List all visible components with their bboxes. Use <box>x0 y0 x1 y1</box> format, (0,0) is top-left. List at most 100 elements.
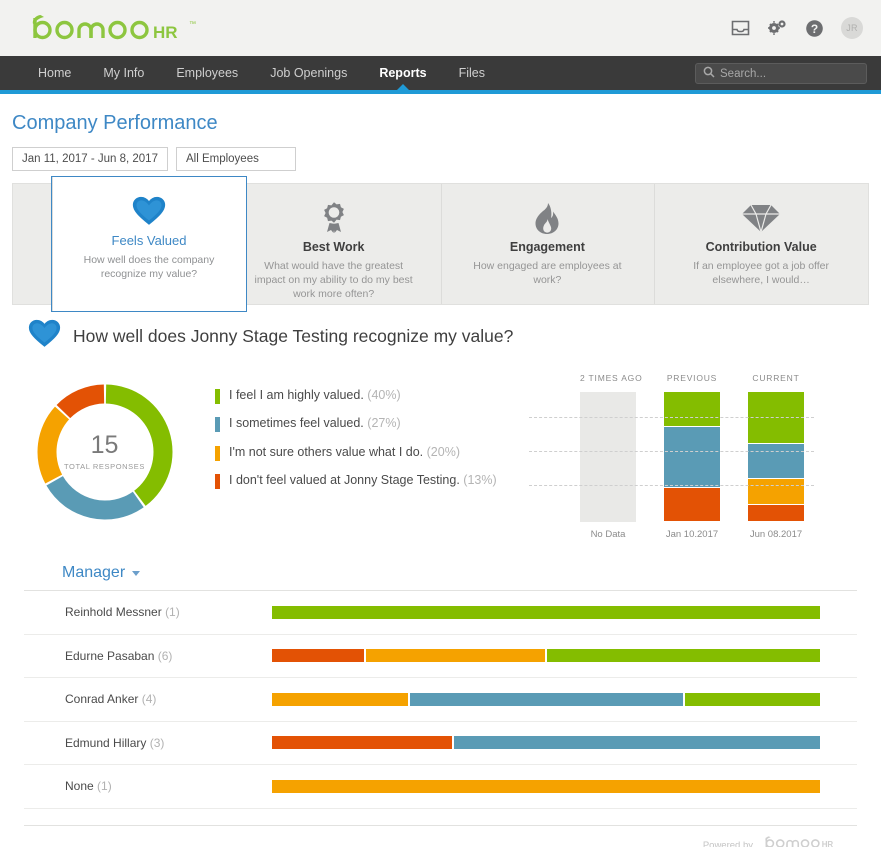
donut-center-label: 15 TOTAL RESPONSES <box>30 377 180 527</box>
trend-column-footer: Jun 08.2017 <box>749 529 803 540</box>
manager-bar-segment <box>272 692 410 706</box>
search-placeholder: Search... <box>720 67 767 80</box>
legend-item: I sometimes feel valued. (27%) <box>215 415 547 433</box>
metric-card-feels-valued[interactable]: Feels Valued How well does the company r… <box>51 176 247 312</box>
nav-item-job-openings[interactable]: Job Openings <box>254 56 363 90</box>
trend-column-header: CURRENT <box>752 373 800 383</box>
manager-bar-segment <box>547 649 822 663</box>
manager-name-text: Edmund Hillary <box>65 735 150 750</box>
main-nav: Home My Info Employees Job Openings Repo… <box>0 56 881 91</box>
svg-text:HR: HR <box>153 23 178 42</box>
manager-group-header[interactable]: Manager <box>24 552 857 591</box>
manager-name: None (1) <box>24 779 272 793</box>
employee-filter[interactable]: All Employees <box>175 147 296 171</box>
legend-value: (20%) <box>426 444 460 459</box>
help-icon[interactable]: ? <box>805 19 824 38</box>
trend-bar-current <box>748 392 804 522</box>
manager-stacked-bar <box>272 779 822 793</box>
manager-bar-segment <box>365 649 547 663</box>
manager-stacked-bar <box>272 692 822 706</box>
legend-label: I'm not sure others value what I do. (20… <box>229 444 460 461</box>
donut-chart-wrapper: 15 TOTAL RESPONSES <box>12 369 197 540</box>
manager-bar-segment <box>272 779 822 793</box>
trend-gridline <box>529 451 814 452</box>
inbox-icon[interactable] <box>731 20 750 36</box>
bamboohr-logo[interactable]: HR ™ <box>22 12 200 44</box>
legend-item: I don't feel valued at Jonny Stage Testi… <box>215 472 547 489</box>
metric-card-engagement[interactable]: Engagement How engaged are employees at … <box>440 184 655 304</box>
metric-card-contribution-value[interactable]: Contribution Value If an employee got a … <box>654 184 868 304</box>
legend-item: I feel I am highly valued. (40%) <box>215 387 547 404</box>
trend-column-header: PREVIOUS <box>666 373 718 383</box>
manager-bar-segment <box>453 736 822 750</box>
manager-stacked-bar <box>272 649 822 663</box>
table-row: Reinhold Messner (1) <box>24 591 857 635</box>
gears-icon[interactable] <box>767 19 788 37</box>
avatar[interactable]: JR <box>841 17 863 39</box>
table-row: Edurne Pasaban (6) <box>24 635 857 678</box>
trend-bar-segment <box>748 505 804 522</box>
legend-label-text: I'm not sure others value what I do. <box>229 444 424 459</box>
nav-item-my-info[interactable]: My Info <box>87 56 160 90</box>
svg-text:?: ? <box>811 22 818 36</box>
legend-label: I feel I am highly valued. (40%) <box>229 387 401 404</box>
metric-card-title: Best Work <box>302 240 365 254</box>
page-footer: Powered by HR <box>24 824 857 847</box>
manager-name: Conrad Anker (4) <box>24 692 272 706</box>
metric-card-subtitle: If an employee got a job offer elsewhere… <box>693 260 830 287</box>
manager-bar-segment <box>684 692 822 706</box>
trend-bar-previous <box>664 392 720 522</box>
diamond-icon <box>742 201 781 235</box>
metric-card-subtitle: What would have the greatest impact on m… <box>254 260 413 301</box>
manager-response-count: (3) <box>149 735 165 750</box>
trend-gridline <box>529 485 814 486</box>
manager-name: Edurne Pasaban (6) <box>24 649 272 663</box>
manager-name-text: None <box>65 779 98 794</box>
legend-value: (27%) <box>367 416 401 431</box>
trend-bar-segment <box>748 479 804 506</box>
nav-item-reports[interactable]: Reports <box>363 56 442 91</box>
question-heading: How well does Jonny Stage Testing recogn… <box>12 305 869 359</box>
question-text: How well does Jonny Stage Testing recogn… <box>73 325 514 346</box>
table-row: None (1) <box>24 765 857 809</box>
manager-response-count: (6) <box>157 648 173 663</box>
manager-stacked-bar <box>272 736 822 750</box>
trend-column-footer: No Data <box>590 529 626 540</box>
legend-label-text: I don't feel valued at Jonny Stage Testi… <box>229 472 460 487</box>
search-input[interactable]: Search... <box>695 63 867 84</box>
trend-bar-segment <box>664 488 720 522</box>
nav-item-files[interactable]: Files <box>443 56 501 90</box>
legend-swatch <box>215 389 220 404</box>
award-ribbon-icon <box>320 201 348 235</box>
metric-card-best-work[interactable]: Best Work What would have the greatest i… <box>226 184 441 304</box>
nav-item-home[interactable]: Home <box>22 56 87 90</box>
trend-gridline <box>529 417 814 418</box>
legend-swatch <box>215 417 220 433</box>
flame-icon <box>532 201 562 235</box>
manager-row-list: Reinhold Messner (1) Edurne Pasaban (6) Co… <box>24 591 857 809</box>
powered-by-text: Powered by <box>702 839 753 847</box>
nav-item-employees[interactable]: Employees <box>160 56 254 90</box>
trend-bar-segment <box>748 444 804 480</box>
legend-label: I sometimes feel valued. (27%) <box>229 415 401 432</box>
donut-chart: 15 TOTAL RESPONSES <box>30 377 180 527</box>
chevron-down-icon[interactable] <box>132 570 141 576</box>
table-row: Edmund Hillary (3) <box>24 722 857 765</box>
manager-bar-segment <box>272 736 454 750</box>
svg-text:HR: HR <box>822 840 834 847</box>
trend-bar-segment <box>748 392 804 444</box>
manager-response-count: (4) <box>141 692 157 707</box>
manager-name: Edmund Hillary (3) <box>24 736 272 750</box>
manager-name-text: Reinhold Messner <box>65 605 166 620</box>
manager-name: Reinhold Messner (1) <box>24 605 272 619</box>
manager-response-count: (1) <box>165 605 180 620</box>
manager-bar-segment <box>409 692 685 706</box>
top-bar: HR ™ ? JR <box>0 0 881 56</box>
metric-card-title: Feels Valued <box>111 233 187 248</box>
heart-icon <box>28 319 61 353</box>
date-range-filter[interactable]: Jan 11, 2017 - Jun 8, 2017 <box>12 147 168 171</box>
results-row: 15 TOTAL RESPONSES I feel I am highly va… <box>12 359 869 546</box>
table-row: Conrad Anker (4) <box>24 678 857 722</box>
manager-group-title: Manager <box>62 564 126 581</box>
trend-columns: 2 TIMES AGO No Data PREVIOUS Jan 10.2017… <box>547 373 822 540</box>
